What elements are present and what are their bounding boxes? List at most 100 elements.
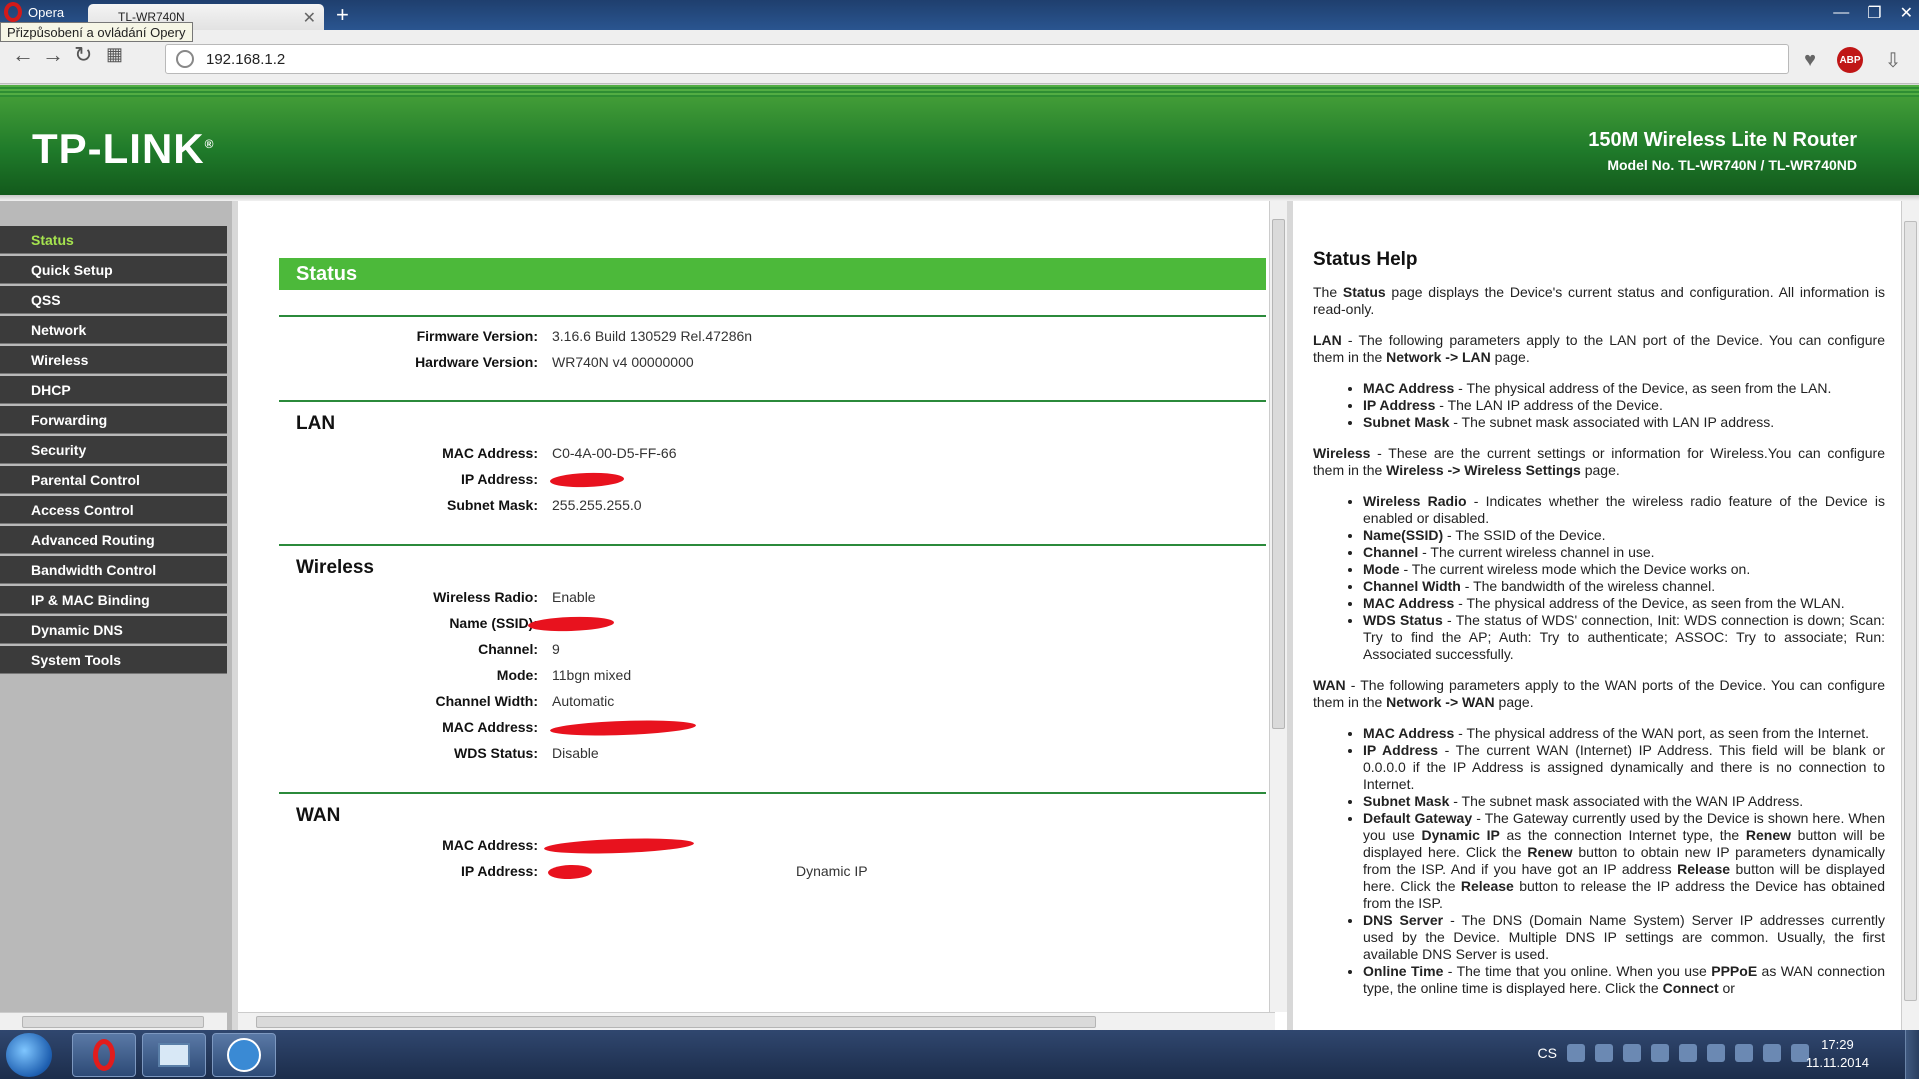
url-input[interactable]: 192.168.1.2	[165, 44, 1789, 74]
mode-value: 11bgn mixed	[552, 667, 632, 683]
show-desktop-button[interactable]	[1905, 1030, 1919, 1079]
product-name: 150M Wireless Lite N Router	[1588, 129, 1857, 151]
opera-logo-icon	[4, 2, 22, 22]
help-vertical-scrollbar[interactable]	[1901, 201, 1919, 1030]
speed-dial-icon[interactable]: ▦	[106, 44, 123, 65]
status-vertical-scrollbar[interactable]	[1269, 201, 1287, 1012]
shield-icon[interactable]	[1595, 1044, 1613, 1062]
url-text: 192.168.1.2	[206, 50, 286, 68]
reload-icon[interactable]: ↻	[74, 42, 92, 68]
channel-width-value: Automatic	[552, 693, 615, 709]
menu-item-wireless[interactable]: Wireless	[0, 346, 227, 374]
browser-tab-bar: Opera TL-WR740N ✕ + — ❐ ✕	[0, 0, 1919, 30]
menu-item-advanced-routing[interactable]: Advanced Routing	[0, 526, 227, 554]
back-icon[interactable]: ←	[12, 42, 34, 68]
wan-ip-type: Dynamic IP	[796, 863, 868, 879]
language-indicator[interactable]: CS	[1538, 1045, 1557, 1061]
flag-icon[interactable]	[1735, 1044, 1753, 1062]
menu-item-status[interactable]: Status	[0, 226, 227, 254]
lan-subnet-value: 255.255.255.0	[552, 497, 642, 513]
download-icon[interactable]: ⇩	[1880, 47, 1906, 73]
clock-date: 11.11.2014	[1805, 1055, 1869, 1070]
sidebar: Status Quick Setup QSS Network Wireless …	[0, 201, 232, 1030]
lan-section-title: LAN	[296, 413, 336, 434]
wan-section-title: WAN	[296, 805, 341, 826]
menu-item-parental-control[interactable]: Parental Control	[0, 466, 227, 494]
nvidia-icon[interactable]	[1679, 1044, 1697, 1062]
lan-ip-label: IP Address:	[460, 471, 538, 487]
lan-mac-label: MAC Address:	[442, 445, 538, 461]
router-header: TP-LINK® 150M Wireless Lite N Router Mod…	[0, 85, 1919, 195]
redaction-mark	[547, 864, 593, 880]
firmware-label: Firmware Version:	[416, 328, 538, 344]
maximize-icon[interactable]: ❐	[1867, 3, 1881, 23]
wireless-section-title: Wireless	[296, 557, 374, 578]
tab-close-icon[interactable]: ✕	[303, 8, 316, 28]
ssid-label: Name (SSID):	[449, 615, 538, 631]
router-page: TP-LINK® 150M Wireless Lite N Router Mod…	[0, 85, 1919, 1030]
wan-mac-label: MAC Address:	[442, 837, 538, 853]
taskbar-remote-desktop-button[interactable]	[142, 1033, 206, 1077]
menu-item-access-control[interactable]: Access Control	[0, 496, 227, 524]
adblock-icon[interactable]: ABP	[1837, 47, 1863, 73]
redaction-mark	[527, 615, 615, 633]
menu-item-dhcp[interactable]: DHCP	[0, 376, 227, 404]
firmware-value: 3.16.6 Build 130529 Rel.47286n	[552, 328, 753, 344]
scroll-thumb[interactable]	[22, 1016, 204, 1028]
opera-menu-button[interactable]: Opera	[0, 0, 84, 24]
opera-menu-tooltip: Přizpůsobení a ovládání Opery	[0, 22, 193, 42]
opera-icon	[93, 1039, 115, 1071]
wireless-radio-label: Wireless Radio:	[433, 589, 538, 605]
wan-ip-label: IP Address:	[460, 863, 538, 879]
menu-item-bandwidth-control[interactable]: Bandwidth Control	[0, 556, 227, 584]
hardware-label: Hardware Version:	[415, 354, 538, 370]
scroll-thumb[interactable]	[1272, 219, 1285, 729]
help-content: Status Help The Status page displays the…	[1313, 250, 1885, 1011]
clock-time: 17:29	[1821, 1037, 1854, 1052]
menu-item-forwarding[interactable]: Forwarding	[0, 406, 227, 434]
usb-icon[interactable]	[1707, 1044, 1725, 1062]
volume-icon[interactable]	[1763, 1044, 1781, 1062]
menu-item-ip-mac-binding[interactable]: IP & MAC Binding	[0, 586, 227, 614]
wireless-radio-value: Enable	[552, 589, 596, 605]
opera-menu-label: Opera	[28, 4, 65, 20]
menu-item-system-tools[interactable]: System Tools	[0, 646, 227, 674]
redaction-mark	[543, 836, 695, 856]
wds-status-value: Disable	[552, 745, 599, 761]
start-button[interactable]	[6, 1033, 52, 1077]
menu-item-dynamic-dns[interactable]: Dynamic DNS	[0, 616, 227, 644]
bookmark-heart-icon[interactable]: ♥	[1797, 47, 1823, 73]
ie-icon[interactable]	[1567, 1044, 1585, 1062]
menu-item-security[interactable]: Security	[0, 436, 227, 464]
lan-subnet-label: Subnet Mask:	[446, 497, 538, 513]
mode-label: Mode:	[496, 667, 538, 683]
clock[interactable]: 17:29 11.11.2014	[1806, 1036, 1869, 1072]
sidebar-horizontal-scrollbar[interactable]	[0, 1012, 227, 1030]
network-app-icon	[227, 1038, 261, 1072]
help-frame: Status Help The Status page displays the…	[1287, 201, 1919, 1030]
model-number: Model No. TL-WR740N / TL-WR740ND	[1607, 157, 1857, 173]
monitor-icon	[158, 1043, 190, 1067]
close-window-icon[interactable]: ✕	[1900, 3, 1913, 23]
network-globe-icon[interactable]	[1623, 1044, 1641, 1062]
menu-item-network[interactable]: Network	[0, 316, 227, 344]
printer-icon[interactable]	[1651, 1044, 1669, 1062]
main-menu: Status Quick Setup QSS Network Wireless …	[0, 226, 227, 676]
minimize-icon[interactable]: —	[1833, 4, 1849, 22]
status-frame: Status Firmware Version: 3.16.6 Build 13…	[232, 201, 1287, 1030]
page-title: Status	[279, 258, 1266, 290]
status-horizontal-scrollbar[interactable]	[238, 1012, 1275, 1030]
tp-link-logo: TP-LINK®	[32, 125, 215, 172]
scroll-thumb[interactable]	[1904, 221, 1917, 1001]
new-tab-button[interactable]: +	[336, 2, 349, 28]
menu-item-qss[interactable]: QSS	[0, 286, 227, 314]
menu-item-quick-setup[interactable]: Quick Setup	[0, 256, 227, 284]
taskbar-network-app-button[interactable]	[212, 1033, 276, 1077]
hardware-value: WR740N v4 00000000	[552, 354, 694, 370]
channel-label: Channel:	[478, 641, 538, 657]
window-controls: — ❐ ✕	[1833, 0, 1913, 26]
forward-icon[interactable]: →	[42, 42, 64, 68]
redaction-mark	[549, 471, 625, 489]
taskbar-opera-button[interactable]	[72, 1033, 136, 1077]
scroll-thumb[interactable]	[256, 1016, 1096, 1028]
